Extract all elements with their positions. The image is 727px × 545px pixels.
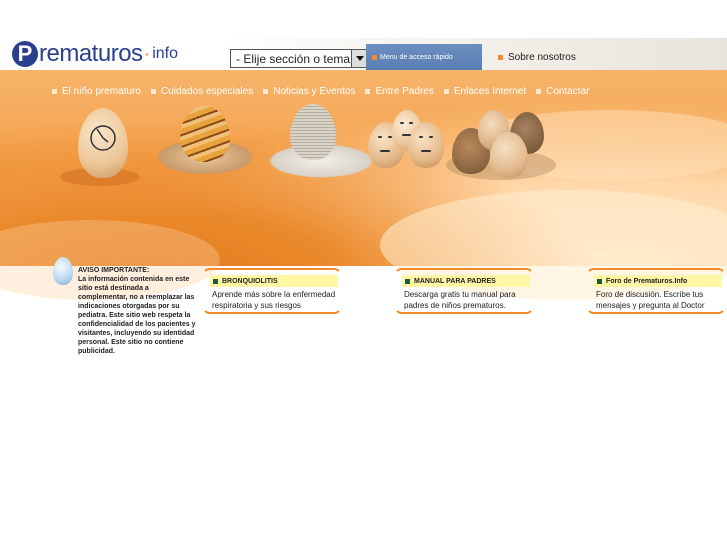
- logo-suffix: info: [152, 45, 179, 62]
- main-nav: El niño prematuro Cuidados especiales No…: [52, 86, 599, 97]
- notice-title: AVISO IMPORTANTE:: [78, 267, 150, 274]
- nav-item-contactar[interactable]: Contactar: [536, 86, 589, 97]
- nav-item-nino-prematuro[interactable]: El niño prematuro: [52, 86, 141, 97]
- bullet-icon: [597, 278, 602, 284]
- nav-item-noticias[interactable]: Noticias y Eventos: [263, 86, 355, 97]
- notice-body: La información contenida en este sitio e…: [78, 276, 196, 355]
- feature-box-header: BRONQUIOLITIS: [210, 275, 338, 287]
- bullet-icon: [150, 89, 156, 94]
- nav-item-label: Cuidados especiales: [160, 86, 254, 97]
- feature-box-text: Descarga gratis tu manual para padres de…: [404, 290, 516, 310]
- feature-box-header: Foro de Prematuros.Info: [594, 275, 722, 287]
- bullet-icon: [498, 55, 503, 60]
- quick-menu-link[interactable]: Menu de acceso rápido: [366, 44, 482, 71]
- feature-box-title: MANUAL PARA PADRES: [414, 277, 496, 285]
- section-select-value: - Elije sección o tema -: [236, 52, 351, 80]
- feature-box-title: BRONQUIOLITIS: [222, 277, 278, 285]
- quick-menu-label: Menu de acceso rápido: [380, 54, 453, 61]
- feature-box-title: Foro de Prematuros.Info: [606, 277, 688, 285]
- feature-box-manual[interactable]: MANUAL PARA PADRES Descarga gratis tu ma…: [394, 268, 534, 314]
- chevron-down-icon[interactable]: [351, 50, 367, 67]
- nav-item-label: El niño prematuro: [62, 86, 141, 97]
- bullet-icon: [405, 278, 410, 284]
- feature-box-text: Foro de discusión. Escribe tus mensajes …: [596, 290, 705, 310]
- page: P rematuros · info - Elije sección o tem…: [0, 0, 727, 545]
- feature-box-foro[interactable]: Foro de Prematuros.Info Foro de discusió…: [586, 268, 726, 314]
- about-us-link[interactable]: Sobre nosotros: [498, 52, 576, 63]
- section-select[interactable]: - Elije sección o tema -: [230, 49, 368, 80]
- nav-item-label: Entre Padres: [375, 86, 434, 97]
- feature-box-text: Aprende más sobre la enfermedad respirat…: [212, 290, 336, 310]
- nav-item-cuidados[interactable]: Cuidados especiales: [150, 86, 254, 97]
- logo-egg-icon: P: [12, 41, 38, 67]
- bullet-icon: [213, 278, 218, 284]
- important-notice: AVISO IMPORTANTE: La información conteni…: [78, 266, 200, 356]
- bullet-icon: [365, 89, 371, 94]
- bullet-icon: [443, 89, 449, 94]
- nav-item-enlaces[interactable]: Enlaces Internet: [443, 86, 527, 97]
- bullet-icon: [536, 89, 542, 94]
- feature-box-bronquiolitis[interactable]: BRONQUIOLITIS Aprende más sobre la enfer…: [202, 268, 342, 314]
- nav-item-label: Enlaces Internet: [453, 86, 527, 97]
- logo-dot: ·: [143, 42, 151, 65]
- feature-box-header: MANUAL PARA PADRES: [402, 275, 530, 287]
- nav-item-label: Noticias y Eventos: [273, 86, 356, 97]
- about-us-label: Sobre nosotros: [508, 52, 576, 63]
- egg-icon: [53, 257, 73, 285]
- nav-item-entre-padres[interactable]: Entre Padres: [365, 86, 434, 97]
- bullet-icon: [52, 89, 57, 94]
- bullet-icon: [263, 89, 269, 94]
- bullet-icon: [372, 55, 377, 60]
- logo-word: rematuros: [39, 40, 143, 67]
- site-logo[interactable]: P rematuros · info: [12, 36, 178, 72]
- nav-item-label: Contactar: [546, 86, 590, 97]
